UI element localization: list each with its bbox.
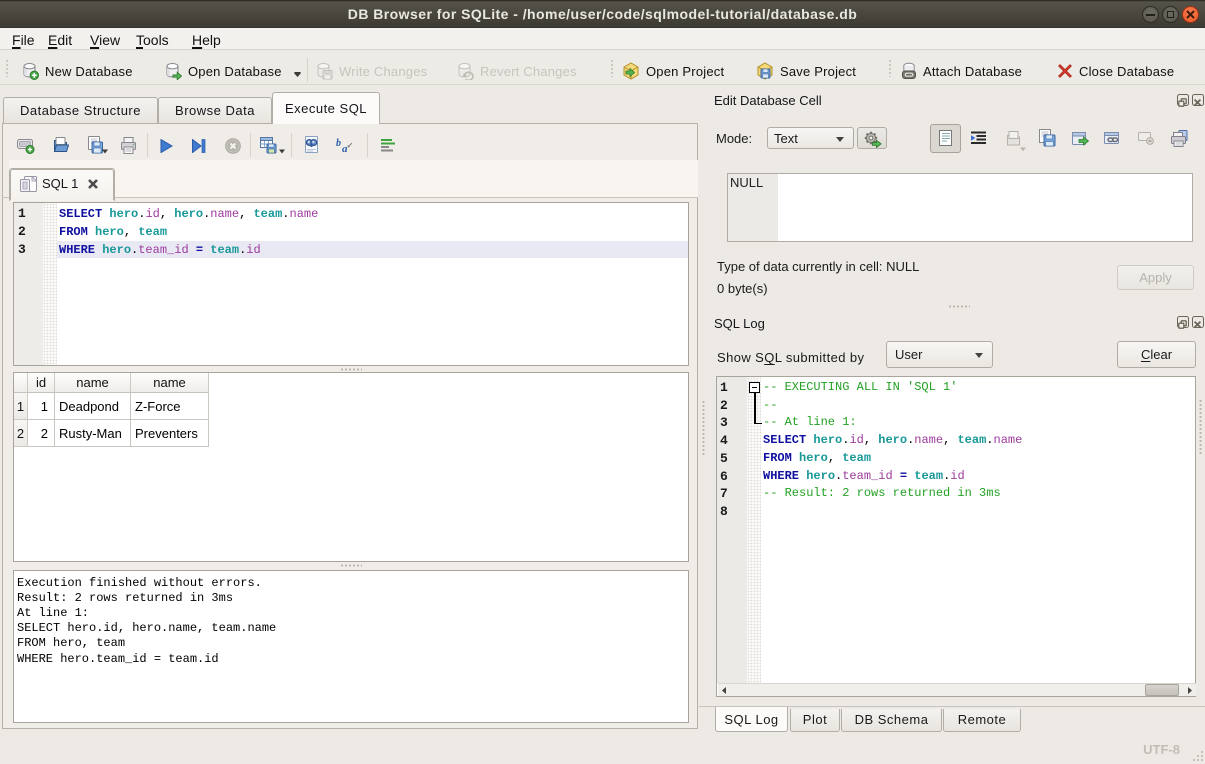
svg-text:b: b	[336, 138, 341, 149]
svg-text:a: a	[342, 143, 348, 154]
